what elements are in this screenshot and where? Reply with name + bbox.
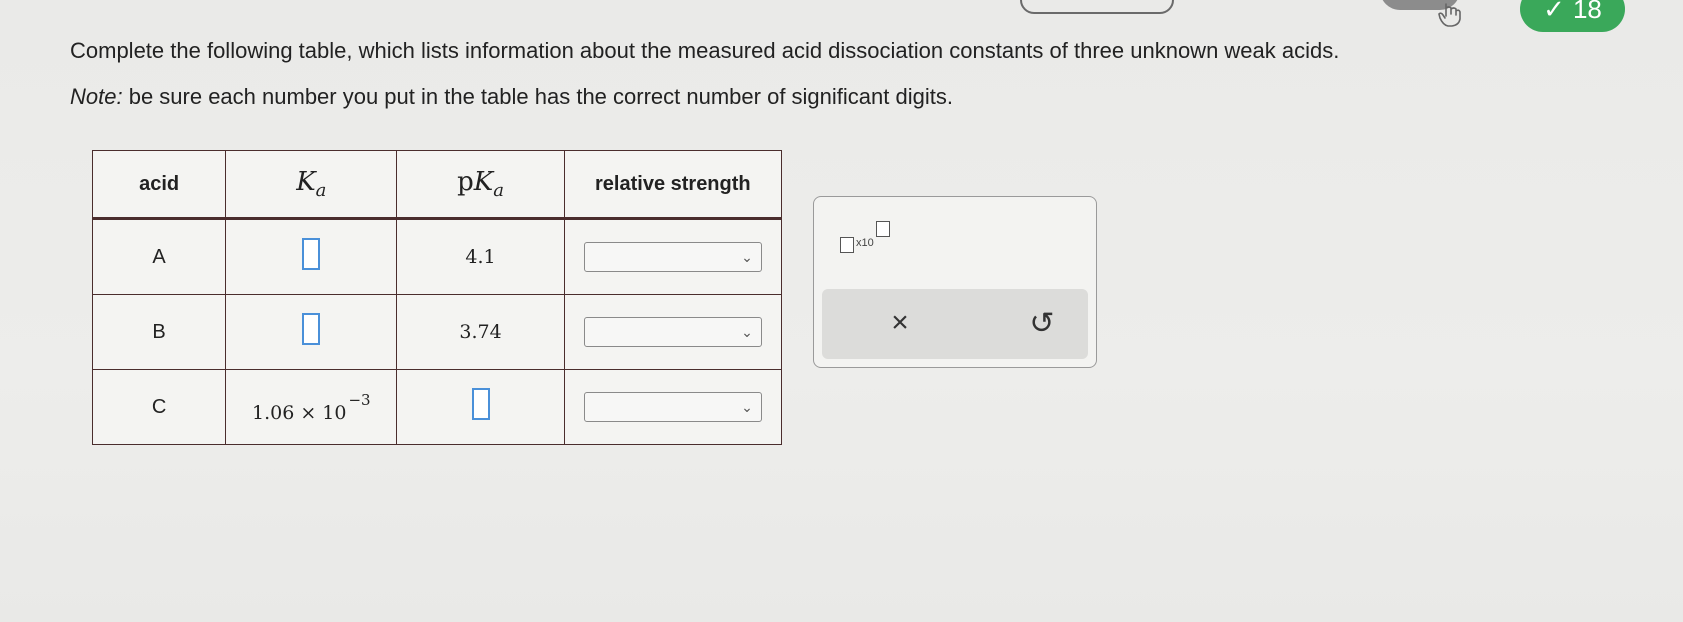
undo-icon: ↺ [1029, 306, 1055, 340]
cell-pka: 4.1 [396, 218, 565, 295]
relative-strength-select[interactable]: ⌄ [583, 392, 762, 422]
sci-label: x10 [856, 237, 874, 249]
cell-ka [225, 218, 398, 295]
question-note: Note: be sure each number you put in the… [70, 82, 1570, 112]
top-button-outline[interactable] [1020, 0, 1174, 14]
header-ka: Ka [225, 150, 398, 220]
cell-acid: C [91, 369, 227, 445]
header-pka: pKa [396, 150, 565, 220]
ka-mantissa: 1.06 × 10 [252, 401, 347, 424]
header-pka-subscript: a [493, 180, 504, 201]
table-row: A 4.1 ⌄ [91, 218, 783, 295]
header-relative-strength: relative strength [563, 150, 783, 220]
header-pka-symbol: K [473, 167, 494, 197]
score-badge: ✓ 18 [1520, 0, 1625, 32]
header-ka-subscript: a [315, 180, 327, 201]
check-icon: ✓ [1543, 0, 1565, 24]
cell-relative-strength: ⌄ [563, 294, 783, 370]
acid-table: acid Ka pKa relative strength A 4.1 ⌄ B [91, 150, 783, 445]
cell-relative-strength: ⌄ [563, 369, 783, 445]
chevron-down-icon: ⌄ [741, 248, 753, 265]
cell-acid: A [91, 218, 227, 295]
score-value: 18 [1572, 0, 1602, 24]
note-label: Note: [70, 84, 123, 109]
question-prompt: Complete the following table, which list… [70, 38, 1340, 63]
ka-exponent: −3 [348, 390, 371, 409]
ka-answer-input[interactable] [302, 313, 321, 345]
cell-pka [396, 369, 565, 445]
scientific-notation-button[interactable]: x10 [840, 219, 900, 259]
undo-button[interactable]: ↺ [1022, 303, 1062, 343]
cell-acid: B [91, 294, 227, 370]
header-acid: acid [91, 150, 227, 220]
exponent-box-icon [876, 221, 890, 237]
mantissa-box-icon [840, 237, 854, 253]
header-ka-symbol: K [296, 167, 316, 197]
cell-pka: 3.74 [396, 294, 565, 370]
tool-actions: × ↺ [822, 289, 1088, 359]
cell-relative-strength: ⌄ [563, 218, 783, 295]
close-icon: × [891, 306, 909, 339]
chevron-down-icon: ⌄ [741, 398, 753, 415]
instructions: Complete the following table, which list… [70, 36, 1570, 128]
table-row: C 1.06 × 10−3 ⌄ [91, 369, 783, 445]
page: ✓ 18 Complete the following table, which… [0, 0, 1683, 622]
chevron-down-icon: ⌄ [741, 323, 753, 340]
relative-strength-select[interactable]: ⌄ [583, 317, 762, 347]
cell-ka [225, 294, 398, 370]
table-header-row: acid Ka pKa relative strength [91, 150, 783, 220]
relative-strength-select[interactable]: ⌄ [583, 242, 762, 272]
ka-answer-input[interactable] [302, 238, 321, 270]
clear-button[interactable]: × [880, 303, 920, 343]
pka-answer-input[interactable] [471, 388, 490, 420]
note-text: be sure each number you put in the table… [122, 84, 953, 109]
tool-panel: x10 × ↺ [813, 196, 1097, 368]
table-row: B 3.74 ⌄ [91, 294, 783, 370]
cell-ka: 1.06 × 10−3 [225, 369, 398, 445]
header-pka-prefix: p [457, 167, 474, 197]
pointer-hand-icon[interactable] [1437, 2, 1465, 28]
